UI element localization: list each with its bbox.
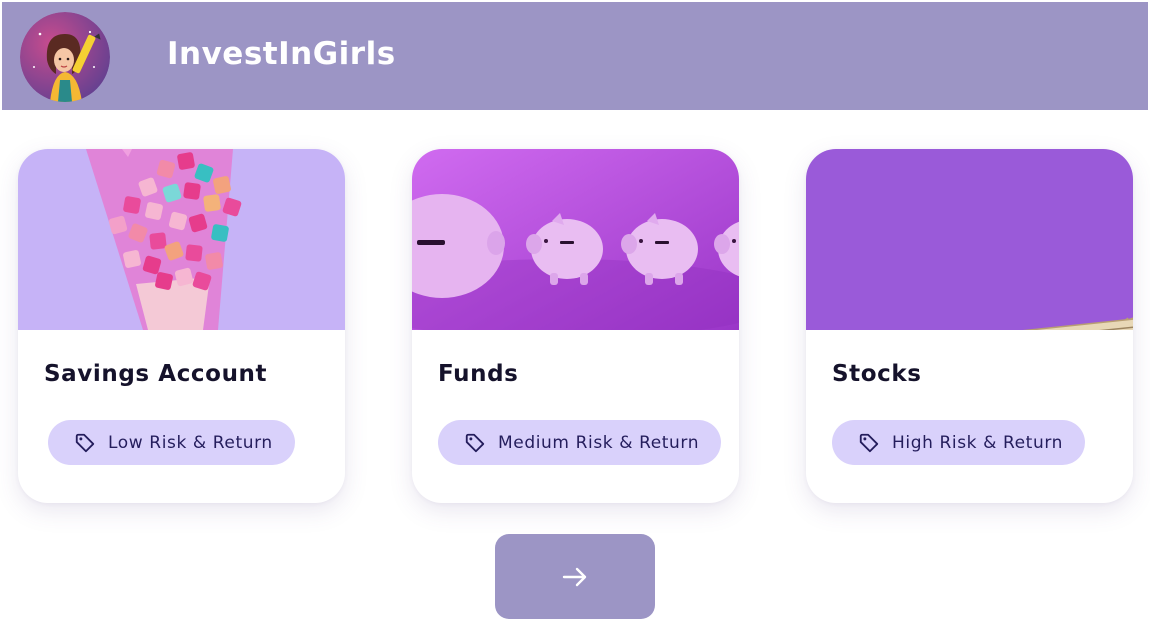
risk-label: High Risk & Return: [892, 432, 1063, 453]
risk-badge-medium: Medium Risk & Return: [438, 420, 722, 465]
risk-badge-high: High Risk & Return: [832, 420, 1085, 465]
investment-card-savings[interactable]: Savings Account Low Risk & Return: [18, 149, 345, 503]
dice-cone-image: [18, 149, 345, 330]
card-title: Stocks: [832, 361, 922, 387]
risk-label: Low Risk & Return: [108, 432, 273, 453]
dollar-bills-image: [806, 149, 1133, 330]
investment-card-stocks[interactable]: Stocks High Risk & Return: [806, 149, 1133, 503]
next-button[interactable]: [495, 534, 655, 619]
piggy-banks-image: [412, 149, 739, 330]
girl-avatar-icon: [20, 12, 110, 102]
card-title: Funds: [438, 361, 519, 387]
tag-icon: [75, 433, 95, 452]
app-header: InvestInGirls: [2, 2, 1148, 110]
arrow-right-icon: [562, 567, 587, 586]
tag-icon: [465, 433, 485, 452]
tag-icon: [859, 433, 879, 452]
risk-badge-low: Low Risk & Return: [48, 420, 295, 465]
app-title: InvestInGirls: [167, 36, 396, 72]
app-logo[interactable]: [20, 12, 110, 102]
card-title: Savings Account: [44, 361, 268, 387]
risk-label: Medium Risk & Return: [498, 432, 700, 453]
investment-card-funds[interactable]: Funds Medium Risk & Return: [412, 149, 739, 503]
